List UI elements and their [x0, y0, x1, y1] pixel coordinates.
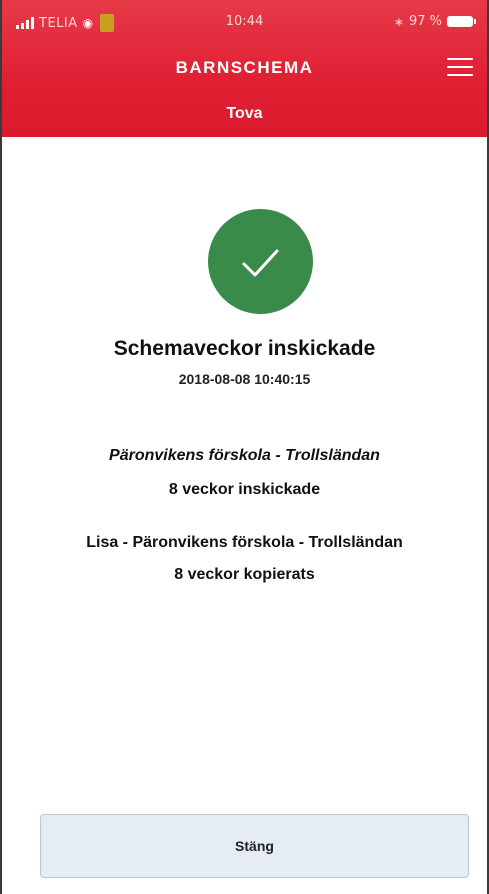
menu-button[interactable]	[447, 58, 473, 78]
battery-percent: 97 %	[408, 14, 442, 29]
phone-screen: TELIA ◉ 10:44 ∗ 97 % BARNSCHEMA Tova Sch…	[0, 0, 489, 894]
hamburger-icon-line	[447, 74, 473, 76]
status-bar: TELIA ◉ 10:44 ∗ 97 %	[2, 12, 487, 34]
page-title: BARNSCHEMA	[175, 58, 314, 77]
result-status: 8 veckor inskickade	[168, 481, 321, 498]
close-button-label: Stäng	[235, 838, 274, 854]
hamburger-icon	[447, 58, 473, 60]
confirmation-timestamp: 2018-08-08 10:40:15	[178, 371, 311, 387]
success-check-badge	[208, 209, 313, 314]
result-group-name: Lisa - Päronvikens förskola - Trollsländ…	[86, 534, 403, 551]
result-group-name: Päronvikens förskola - Trollsländan	[109, 447, 380, 464]
child-name: Tova	[226, 105, 263, 122]
checkmark-icon	[242, 249, 279, 277]
confirmation-title: Schemaveckor inskickade	[113, 337, 376, 360]
bluetooth-icon: ∗	[393, 14, 404, 29]
result-status: 8 veckor kopierats	[174, 566, 315, 583]
app-header: TELIA ◉ 10:44 ∗ 97 % BARNSCHEMA Tova	[2, 0, 487, 137]
hamburger-icon-line	[447, 66, 473, 68]
close-button[interactable]: Stäng	[40, 814, 469, 878]
battery-icon	[447, 16, 476, 27]
status-right: ∗ 97 %	[393, 14, 476, 29]
